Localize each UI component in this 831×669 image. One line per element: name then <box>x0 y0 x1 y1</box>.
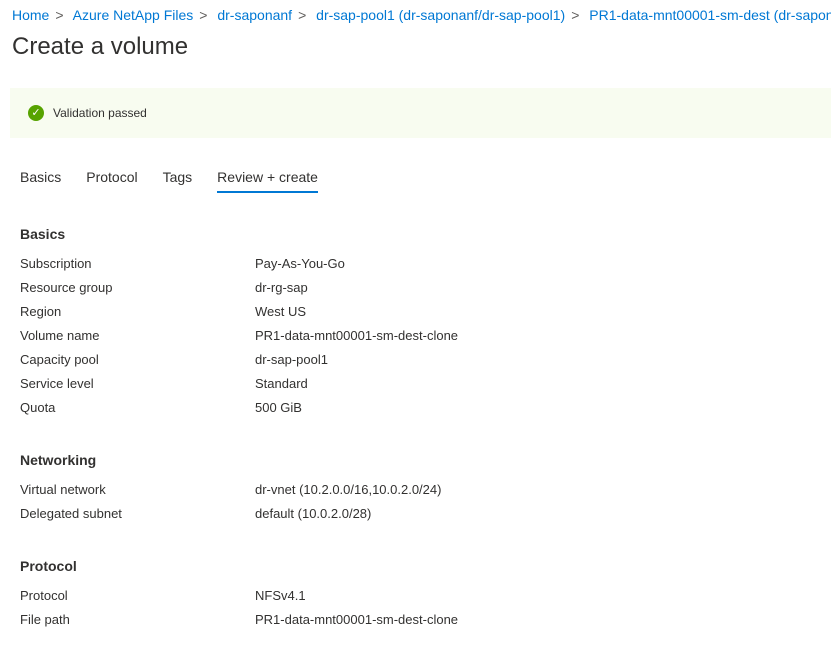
breadcrumb-netapp[interactable]: Azure NetApp Files <box>73 7 194 23</box>
breadcrumb-account[interactable]: dr-saponanf <box>217 7 292 23</box>
section-heading: Networking <box>20 452 97 468</box>
row-label: Service level <box>20 376 94 391</box>
row-value: PR1-data-mnt00001-sm-dest-clone <box>255 612 459 627</box>
row-value: 500 GiB <box>255 400 302 415</box>
breadcrumb-home[interactable]: Home <box>12 7 49 23</box>
check-circle-icon: ✓ <box>28 105 44 121</box>
row-value: Pay-As-You-Go <box>255 256 345 271</box>
row-label: Subscription <box>20 256 92 271</box>
tab-protocol[interactable]: Protocol <box>86 169 137 193</box>
row-value: PR1-data-mnt00001-sm-dest-clone <box>255 328 459 343</box>
row-value: default (10.0.2.0/28) <box>255 506 372 521</box>
row-label: Resource group <box>20 280 113 295</box>
validation-text: Validation passed <box>53 106 147 120</box>
breadcrumb-volume[interactable]: PR1-data-mnt00001-sm-dest (dr-sapon <box>589 7 831 23</box>
row-label: Quota <box>20 400 56 415</box>
chevron-right-icon: > <box>298 7 307 23</box>
row-value: Standard <box>255 376 308 391</box>
row-value: West US <box>255 304 307 319</box>
row-value: dr-vnet (10.2.0.0/16,10.0.2.0/24) <box>255 482 442 497</box>
section-heading: Basics <box>20 226 66 242</box>
section-heading: Protocol <box>20 558 77 574</box>
row-label: Virtual network <box>20 482 106 497</box>
row-value: dr-rg-sap <box>255 280 308 295</box>
validation-banner: ✓ Validation passed <box>10 88 831 138</box>
page-title: Create a volume <box>12 33 189 60</box>
row-label: Protocol <box>20 588 68 603</box>
chevron-right-icon: > <box>199 7 208 23</box>
breadcrumb-pool[interactable]: dr-sap-pool1 (dr-saponanf/dr-sap-pool1) <box>316 7 565 23</box>
tab-review-create[interactable]: Review + create <box>217 169 318 193</box>
row-value: NFSv4.1 <box>255 588 306 603</box>
row-value: dr-sap-pool1 <box>255 352 328 367</box>
tab-bar: Basics Protocol Tags Review + create <box>20 169 343 193</box>
row-label: Volume name <box>20 328 100 343</box>
chevron-right-icon: > <box>571 7 580 23</box>
row-label: Capacity pool <box>20 352 99 367</box>
tab-tags[interactable]: Tags <box>163 169 193 193</box>
breadcrumb: Home > Azure NetApp Files > dr-saponanf > d… <box>12 7 831 23</box>
row-label: File path <box>20 612 70 627</box>
row-label: Delegated subnet <box>20 506 122 521</box>
chevron-right-icon: > <box>55 7 64 23</box>
tab-basics[interactable]: Basics <box>20 169 61 193</box>
row-label: Region <box>20 304 62 319</box>
